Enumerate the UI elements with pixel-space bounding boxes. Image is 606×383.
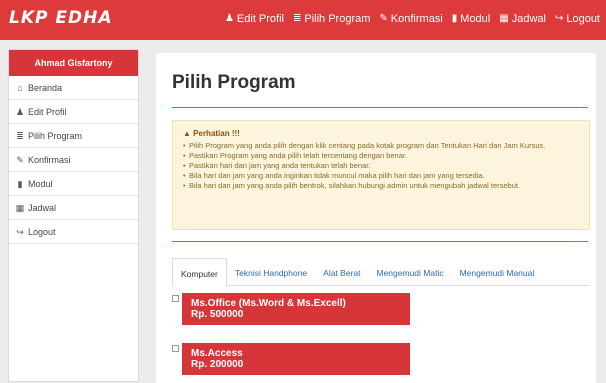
logout-icon: ↪ [16,226,24,237]
sidebar-item-pilih-program[interactable]: ≣ Pilih Program [9,124,138,148]
alert-divider [172,241,588,242]
program-checkbox[interactable] [172,345,179,352]
tag-icon: ✎ [16,154,24,165]
sidebar-item-modul[interactable]: ▮ Modul [9,172,138,196]
topnav-modul[interactable]: ▮ Modul [452,13,490,25]
program-card[interactable]: Ms.Access Rp. 200000 [182,343,410,375]
top-navbar: LKP EDHA ♟ Edit Profil ≣ Pilih Program ✎ Ko… [0,0,606,40]
user-icon: ♟ [224,13,234,24]
program-checkbox[interactable] [172,295,179,302]
alert-item: Pastikan hari dan jam yang anda tentukan… [183,161,579,171]
sidebar-item-label: Edit Profil [28,106,67,117]
program-item: Ms.Access Rp. 200000 [172,343,412,379]
program-price: Rp. 200000 [191,359,244,370]
program-name: Ms.Access [191,348,243,359]
home-icon: ⌂ [17,82,23,93]
sidebar-item-label: Jadwal [28,202,57,213]
program-card[interactable]: Ms.Office (Ms.Word & Ms.Excell) Rp. 5000… [182,293,410,325]
alert-item: Bila hari dan jam yang anda pilih bentro… [183,181,579,191]
alert-item: Pastikan Program yang anda pilih telah t… [183,151,579,161]
warning-icon: ▲ [183,129,191,138]
book-icon: ▮ [451,13,458,24]
tag-icon: ✎ [379,13,388,24]
topnav-konfirmasi[interactable]: ✎ Konfirmasi [379,13,442,25]
tab-mengemudi-matic[interactable]: Mengemudi Matic [369,258,452,285]
tab-alat-berat[interactable]: Alat Berat [315,258,368,285]
sidebar-user-name: Ahmad Gisfartony [9,50,138,76]
tab-mengemudi-manual[interactable]: Mengemudi Manual [452,258,543,285]
program-tabs: Komputer Teknisi Handphone Alat Berat Me… [172,258,590,287]
alert-heading: ▲ Perhatian !!! [183,129,240,138]
tab-komputer[interactable]: Komputer [172,258,227,287]
topnav-pilih-program[interactable]: ≣ Pilih Program [293,13,370,25]
calendar-icon: ▦ [499,13,509,24]
list-icon: ≣ [16,130,24,141]
sidebar-item-jadwal[interactable]: ▦ Jadwal [9,196,138,220]
sidebar-item-edit-profil[interactable]: ♟ Edit Profil [9,100,138,124]
list-icon: ≣ [292,13,302,24]
sidebar-item-label: Beranda [28,82,63,93]
sidebar-item-beranda[interactable]: ⌂ Beranda [9,76,138,100]
user-icon: ♟ [15,106,25,117]
sidebar: Ahmad Gisfartony ⌂ Beranda ♟ Edit Profil ≣… [8,49,139,382]
alert-list: Pilih Program yang anda pilih dengan kli… [183,141,579,191]
warning-alert: ▲ Perhatian !!! Pilih Program yang anda … [172,120,590,230]
sidebar-item-label: Modul [28,178,53,189]
topnav-logout[interactable]: ↪ Logout [555,13,600,25]
sidebar-item-logout[interactable]: ↪ Logout [9,220,138,244]
sidebar-item-label: Konfirmasi [28,154,71,165]
program-item: Ms.Office (Ms.Word & Ms.Excell) Rp. 5000… [172,293,412,329]
main-content: Pilih Program ▲ Perhatian !!! Pilih Prog… [156,53,596,383]
tab-teknisi-handphone[interactable]: Teknisi Handphone [227,258,315,285]
logout-icon: ↪ [554,13,564,24]
alert-item: Pilih Program yang anda pilih dengan kli… [183,141,579,151]
brand-logo[interactable]: LKP EDHA [9,8,113,28]
program-price: Rp. 500000 [191,309,244,320]
book-icon: ▮ [17,178,23,189]
top-nav-menu: ♟ Edit Profil ≣ Pilih Program ✎ Konfirmasi … [225,13,600,25]
sidebar-item-label: Pilih Program [28,130,83,141]
topnav-edit-profil[interactable]: ♟ Edit Profil [225,13,284,25]
calendar-icon: ▦ [15,202,25,213]
topnav-jadwal[interactable]: ▦ Jadwal [499,13,546,25]
title-divider [172,107,588,108]
program-name: Ms.Office (Ms.Word & Ms.Excell) [191,298,346,309]
sidebar-item-label: Logout [28,226,56,237]
alert-item: Bila hari dan jam yang anda inginkan tid… [183,171,579,181]
sidebar-item-konfirmasi[interactable]: ✎ Konfirmasi [9,148,138,172]
page-title: Pilih Program [172,72,296,93]
